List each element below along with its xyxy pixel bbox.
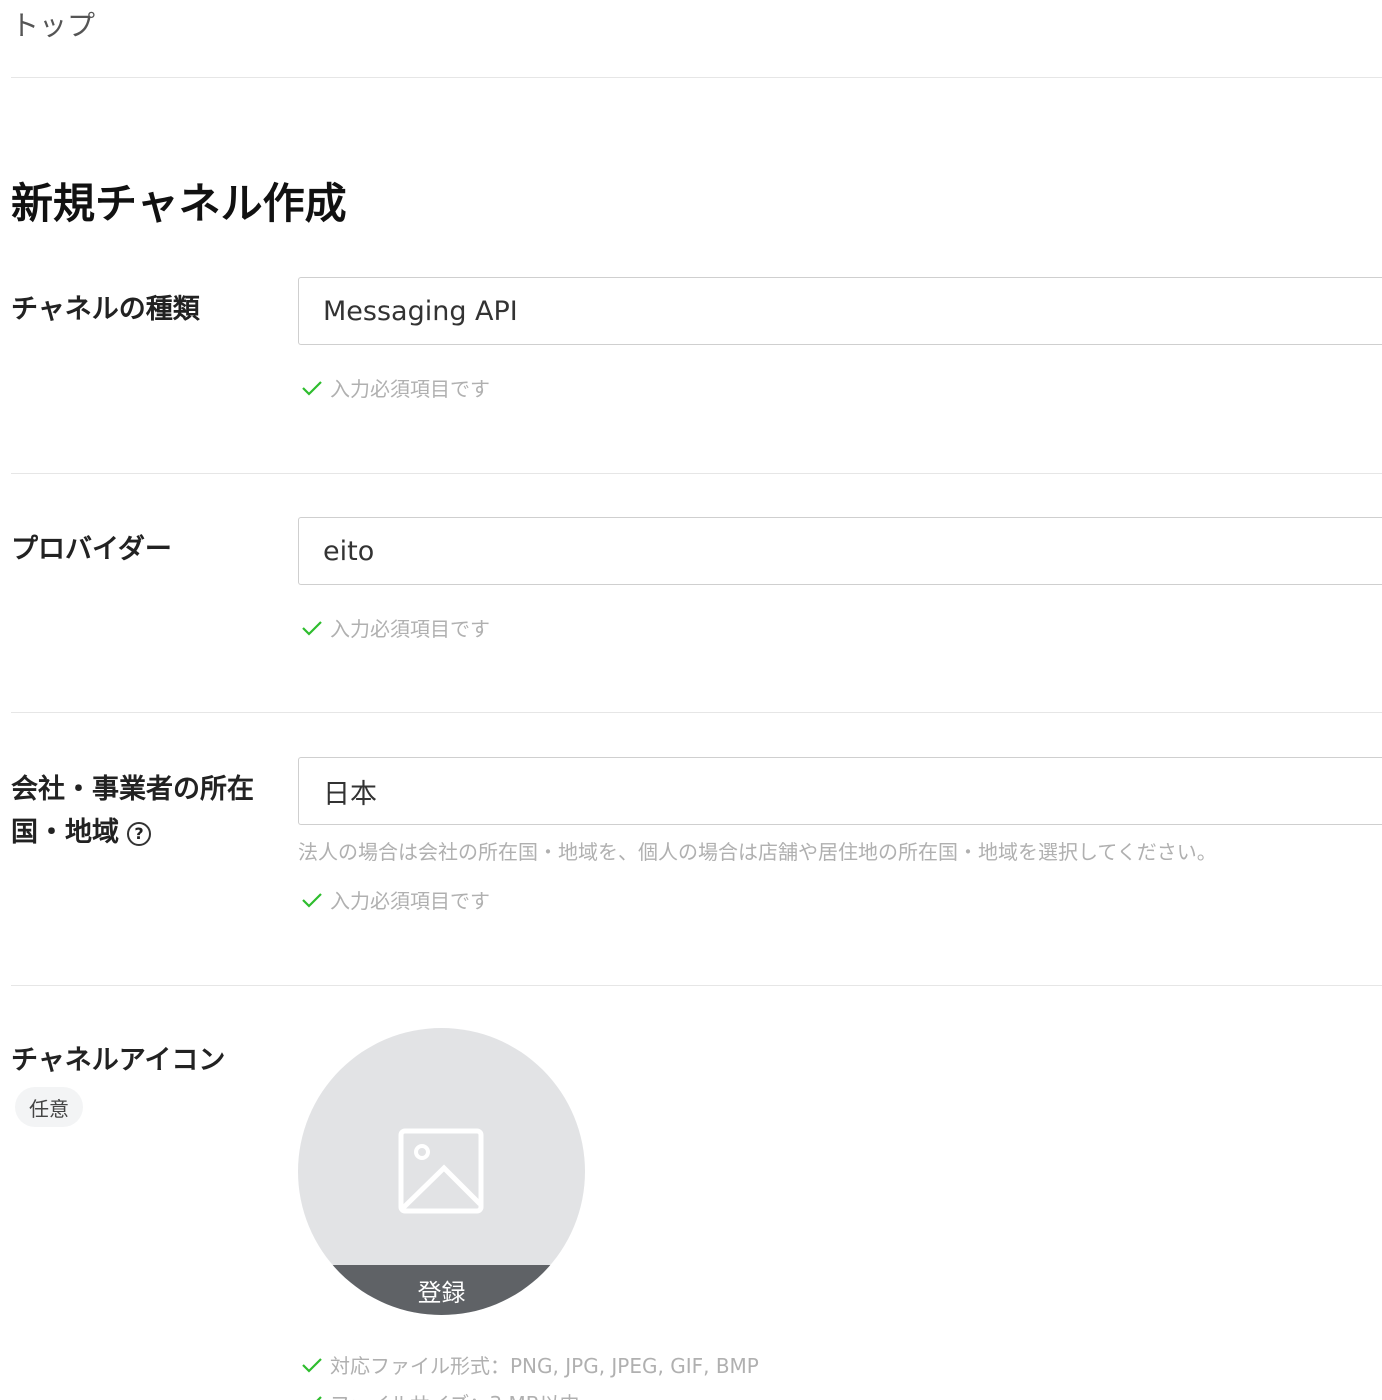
divider [11,712,1382,713]
file-size-note: ファイルサイズ：3 MB以内 [300,1388,579,1400]
provider-field[interactable]: eito [298,517,1382,585]
check-icon [315,1395,322,1400]
channel-icon-uploader[interactable]: 登録 [298,1028,585,1315]
divider [11,77,1382,78]
country-label: 会社・事業者の所在 国・地域? [11,768,254,854]
file-format-text: 対応ファイル形式：PNG, JPG, JPEG, GIF, BMP [330,1354,759,1378]
divider [11,473,1382,474]
validation-text: 入力必須項目です [330,617,490,641]
file-format-note: 対応ファイル形式：PNG, JPG, JPEG, GIF, BMP [300,1350,759,1379]
country-label-text: 国・地域 [11,817,119,848]
country-help-text: 法人の場合は会社の所在国・地域を、個人の場合は店舗や居住地の所在国・地域を選択し… [298,840,1217,864]
page-title: 新規チャネル作成 [11,179,347,228]
validation-text: 入力必須項目です [330,377,490,401]
provider-validation: 入力必須項目です [300,613,490,642]
page: トップ 新規チャネル作成 チャネルの種類 Messaging API 入力必須項… [0,0,1382,1400]
country-field[interactable]: 日本 [298,757,1382,825]
breadcrumb-top-link[interactable]: トップ [11,4,95,44]
image-placeholder-icon [398,1128,484,1214]
country-label-line2: 国・地域? [11,811,254,854]
country-value: 日本 [323,778,377,810]
channel-type-field[interactable]: Messaging API [298,277,1382,345]
provider-label: プロバイダー [11,534,172,565]
provider-value: eito [323,535,375,567]
divider [11,985,1382,986]
question-circle-icon[interactable]: ? [127,821,151,846]
check-icon [302,620,322,636]
check-icon [302,892,322,908]
channel-icon-label: チャネルアイコン [11,1045,226,1076]
country-label-line1: 会社・事業者の所在 [11,774,254,805]
check-icon [302,380,322,396]
check-icon [302,1357,322,1373]
validation-text: 入力必須項目です [330,889,490,913]
register-button[interactable]: 登録 [298,1265,585,1315]
channel-type-label: チャネルの種類 [11,294,200,325]
country-validation: 入力必須項目です [300,885,490,914]
optional-badge: 任意 [15,1087,83,1127]
channel-type-validation: 入力必須項目です [300,373,490,402]
file-size-text: ファイルサイズ：3 MB以内 [330,1388,579,1400]
channel-type-value: Messaging API [323,295,518,327]
